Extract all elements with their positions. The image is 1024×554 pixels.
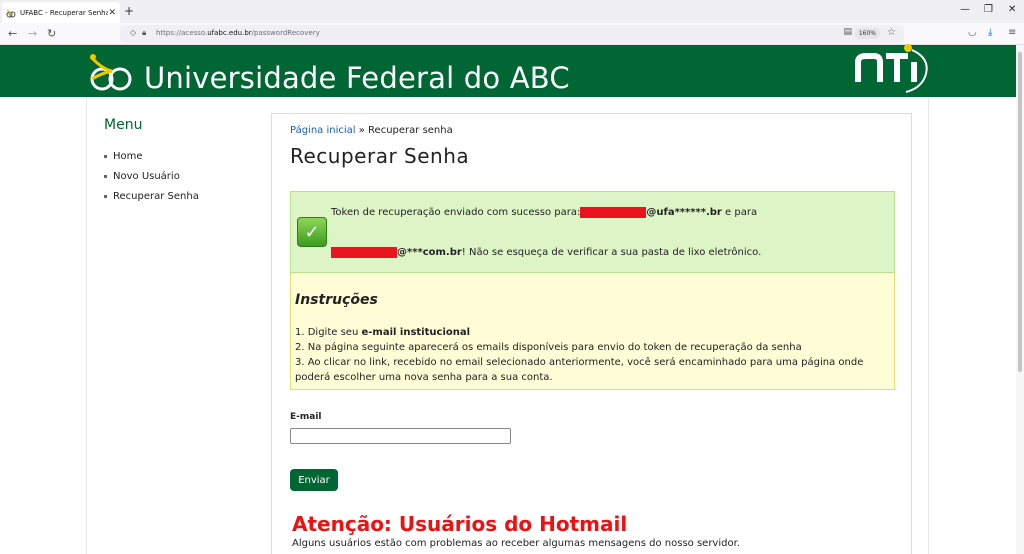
browser-nav-bar: ← → ↻ ◇ 🔒︎ https://acesso.ufabc.edu.br/p… bbox=[0, 23, 1024, 45]
shield-icon[interactable]: ◇ bbox=[130, 28, 136, 37]
instructions-list: 1. Digite seu e-mail institucional 2. Na… bbox=[295, 325, 891, 385]
url-text[interactable]: https://acesso.ufabc.edu.br/passwordReco… bbox=[156, 29, 320, 37]
breadcrumb: Página inicial » Recuperar senha bbox=[290, 125, 453, 136]
bookmark-star-icon[interactable]: ☆ bbox=[887, 27, 896, 38]
breadcrumb-current: Recuperar senha bbox=[368, 125, 453, 136]
pocket-icon[interactable]: ◡ bbox=[968, 27, 977, 38]
page-title: Recuperar Senha bbox=[290, 144, 470, 168]
masked-email-1: @ufa******.br bbox=[646, 207, 722, 218]
breadcrumb-home-link[interactable]: Página inicial bbox=[290, 125, 356, 136]
sidebar-item-label[interactable]: Recuperar Senha bbox=[113, 191, 199, 202]
nti-logo bbox=[855, 44, 928, 93]
bullet-icon bbox=[104, 194, 107, 198]
instruction-item-3: 3. Ao clicar no link, recebido no email … bbox=[295, 357, 864, 383]
minimize-icon[interactable]: — bbox=[960, 4, 970, 15]
checkmark-icon: ✓ bbox=[297, 217, 327, 247]
redacted-block bbox=[331, 247, 397, 258]
zoom-level-badge[interactable]: 160% bbox=[854, 28, 880, 39]
success-line-2: @***com.br ! Não se esqueça de verificar… bbox=[331, 247, 761, 258]
sidebar-item-home[interactable]: Home bbox=[104, 146, 199, 166]
menu-title: Menu bbox=[104, 117, 143, 133]
downloads-icon[interactable]: ⤓ bbox=[988, 27, 992, 38]
address-bar[interactable]: ◇ 🔒︎ https://acesso.ufabc.edu.br/passwor… bbox=[120, 25, 904, 43]
reload-icon[interactable]: ↻ bbox=[47, 27, 56, 40]
hotmail-warning-title: Atenção: Usuários do Hotmail bbox=[292, 512, 628, 536]
masked-email-2: @***com.br bbox=[397, 247, 462, 258]
sidebar-item-label[interactable]: Home bbox=[113, 151, 143, 162]
browser-tab[interactable]: UFABC - Recuperar Senha ✕ bbox=[2, 2, 120, 23]
sidebar-item-novo-usuario[interactable]: Novo Usuário bbox=[104, 166, 199, 186]
tab-title: UFABC - Recuperar Senha bbox=[20, 8, 109, 17]
lock-icon[interactable]: 🔒︎ bbox=[142, 28, 146, 38]
browser-tab-bar: UFABC - Recuperar Senha ✕ + — ❐ ✕ bbox=[0, 0, 1024, 23]
instruction-item-2: 2. Na página seguinte aparecerá os email… bbox=[295, 342, 802, 353]
window-close-icon[interactable]: ✕ bbox=[1008, 4, 1016, 15]
sidebar-item-label[interactable]: Novo Usuário bbox=[113, 171, 180, 182]
scrollbar-thumb[interactable] bbox=[1018, 52, 1022, 372]
email-label: E-mail bbox=[290, 412, 322, 422]
back-arrow-icon[interactable]: ← bbox=[8, 27, 17, 40]
submit-button[interactable]: Enviar bbox=[290, 469, 338, 491]
success-line-1: Token de recuperação enviado com sucesso… bbox=[331, 207, 758, 218]
ufabc-logo[interactable] bbox=[88, 49, 134, 93]
bullet-icon bbox=[104, 154, 107, 158]
sidebar-menu: Home Novo Usuário Recuperar Senha bbox=[104, 146, 199, 206]
new-tab-button[interactable]: + bbox=[124, 4, 134, 18]
instructions-title: Instruções bbox=[295, 292, 378, 308]
main-content: Página inicial » Recuperar senha Recuper… bbox=[271, 113, 912, 554]
restore-icon[interactable]: ❐ bbox=[984, 4, 993, 15]
university-name: Universidade Federal do ABC bbox=[144, 61, 570, 95]
hotmail-warning-text: Alguns usuários estão com problemas ao r… bbox=[292, 538, 740, 549]
forward-arrow-icon[interactable]: → bbox=[28, 27, 37, 40]
sidebar-item-recuperar-senha[interactable]: Recuperar Senha bbox=[104, 186, 199, 206]
ufabc-favicon-icon bbox=[6, 9, 16, 17]
reader-view-icon[interactable]: ▤ bbox=[843, 27, 852, 37]
email-field[interactable] bbox=[290, 428, 511, 444]
success-message: ✓ Token de recuperação enviado com suces… bbox=[290, 191, 895, 273]
instructions-box: Instruções 1. Digite seu e-mail instituc… bbox=[290, 273, 895, 390]
breadcrumb-separator: » bbox=[355, 125, 369, 136]
menu-hamburger-icon[interactable]: ≡ bbox=[1008, 27, 1016, 38]
instruction-item-1: 1. Digite seu e-mail institucional bbox=[295, 327, 471, 338]
redacted-block bbox=[580, 207, 647, 218]
tab-close-icon[interactable]: ✕ bbox=[108, 8, 116, 18]
bullet-icon bbox=[104, 174, 107, 178]
